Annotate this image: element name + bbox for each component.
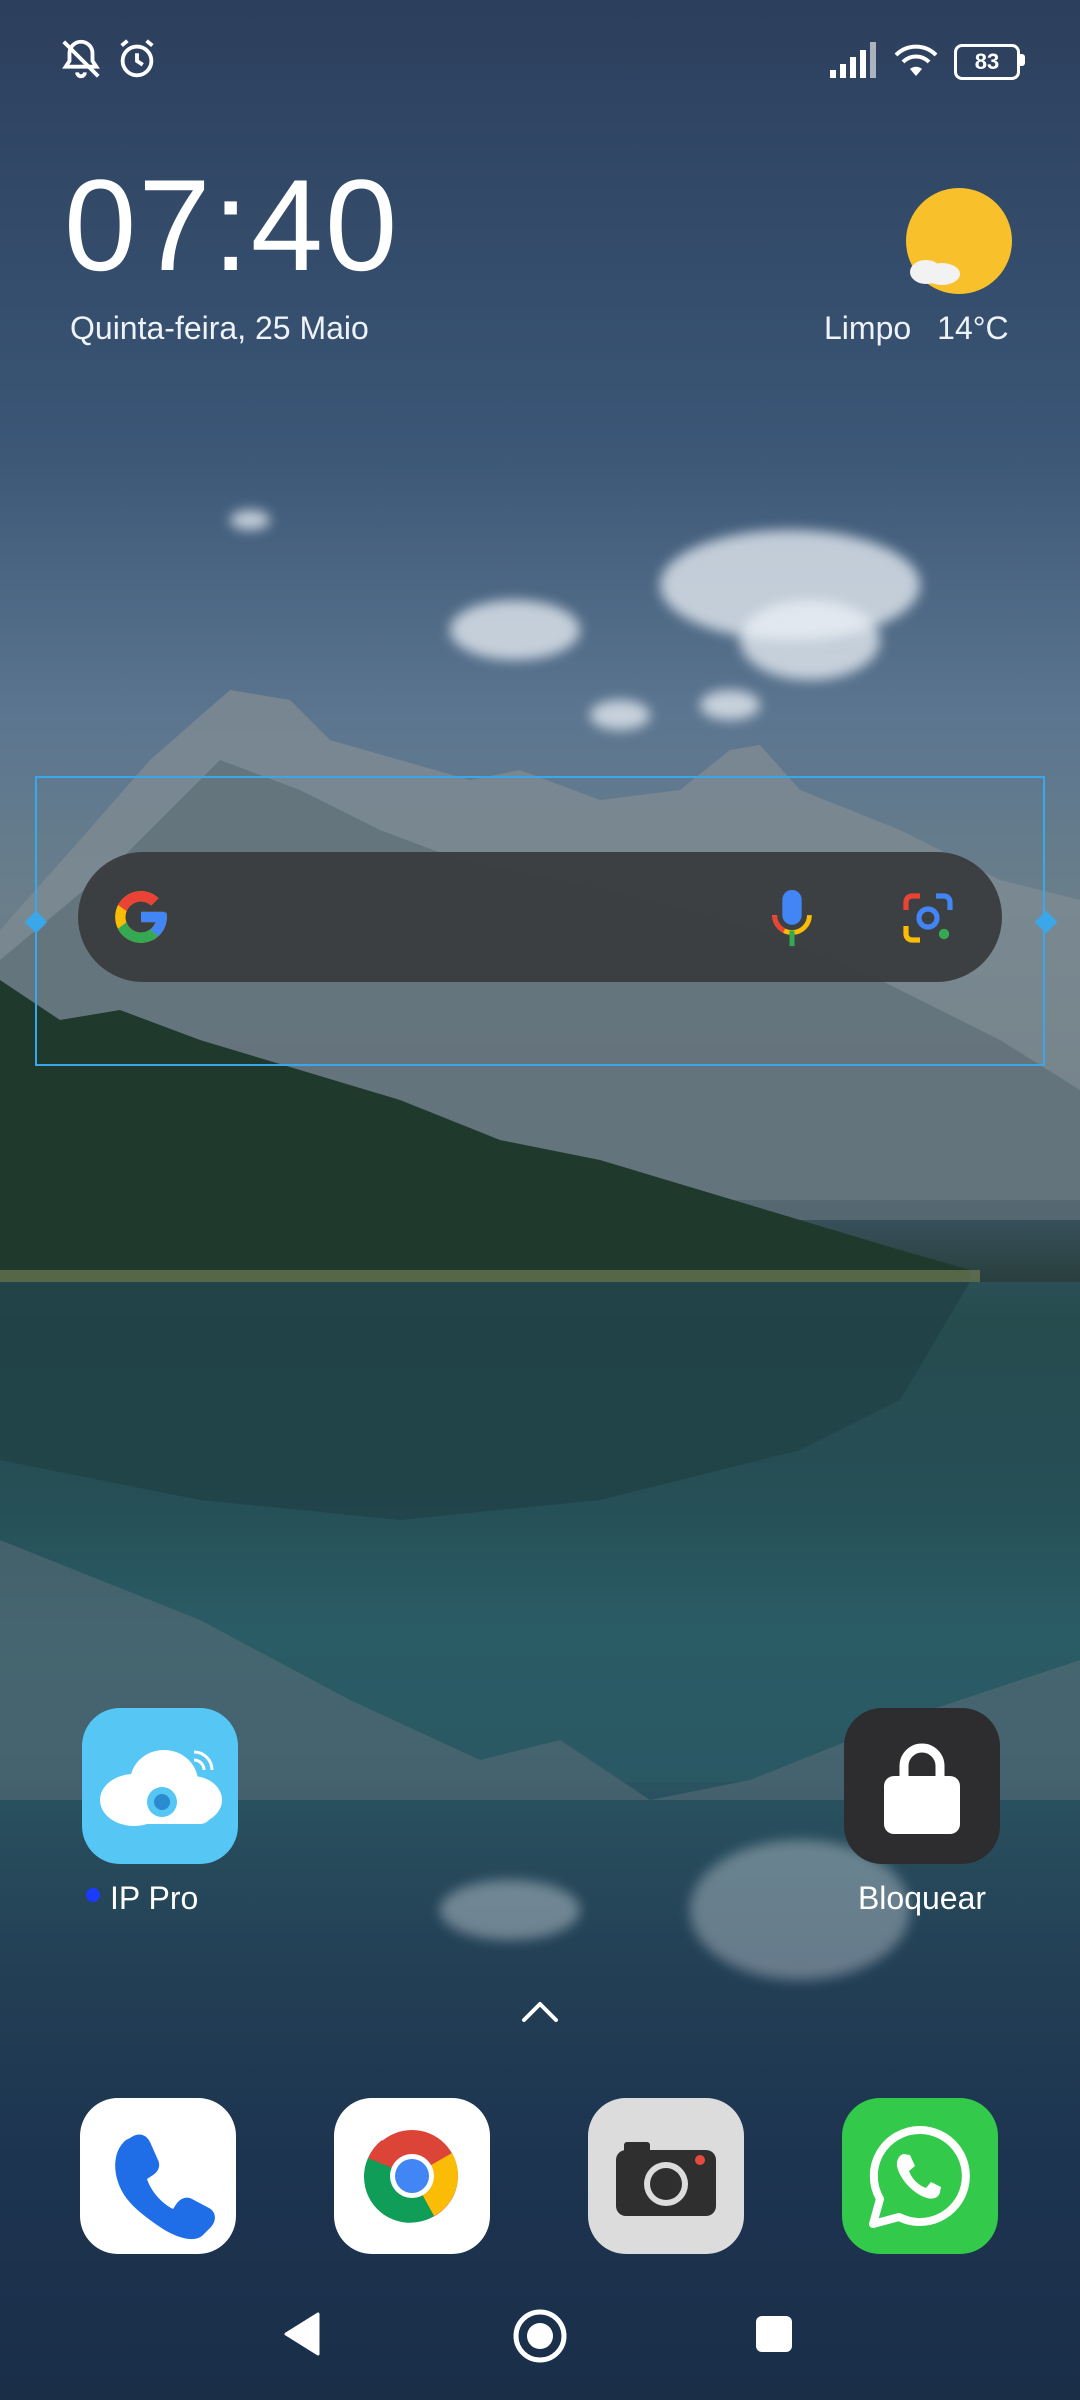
- clock-time[interactable]: 07:40: [64, 150, 399, 300]
- clock-date[interactable]: Quinta-feira, 25 Maio: [70, 310, 369, 347]
- cloud: [450, 600, 580, 660]
- lock-icon: [884, 1743, 960, 1834]
- weather-cloud-icon: [910, 260, 960, 285]
- home-icon[interactable]: [512, 2308, 568, 2364]
- camera-icon: [616, 2142, 716, 2216]
- camera-app[interactable]: [588, 2098, 744, 2254]
- microphone-icon[interactable]: [770, 888, 814, 950]
- whatsapp-app[interactable]: [842, 2098, 998, 2254]
- cloud-camera-icon: [100, 1750, 222, 1826]
- whatsapp-icon: [869, 2125, 970, 2228]
- phone-icon: [115, 2134, 215, 2240]
- home-screen: 83 07:40 Quinta-feira, 25 Maio Limpo 14°C: [0, 0, 1080, 2400]
- lock-app[interactable]: [844, 1708, 1000, 1864]
- cloud: [230, 510, 270, 530]
- alarm-icon: [120, 39, 154, 78]
- cloud: [740, 600, 880, 680]
- phone-app[interactable]: [80, 2098, 236, 2254]
- battery-tip: [1020, 54, 1025, 66]
- battery-icon: 83: [954, 44, 1020, 80]
- wifi-icon: [894, 44, 938, 76]
- chrome-app[interactable]: [334, 2098, 490, 2254]
- weather-condition: Limpo: [824, 310, 912, 346]
- cloud-reflection: [440, 1880, 580, 1940]
- google-lens-icon[interactable]: [900, 890, 956, 946]
- cloud: [700, 690, 760, 720]
- back-icon[interactable]: [282, 2310, 322, 2358]
- weather-info[interactable]: Limpo 14°C: [824, 310, 1009, 347]
- weather-temperature: 14°C: [937, 310, 1009, 346]
- chevron-up-icon[interactable]: [520, 1998, 560, 2024]
- cloud: [590, 700, 650, 730]
- signal-icon: [830, 42, 876, 78]
- google-search-bar[interactable]: [78, 852, 1002, 982]
- recents-icon[interactable]: [754, 2314, 794, 2354]
- google-g-icon: [115, 891, 167, 943]
- notifications-off-icon: [62, 39, 100, 79]
- ip-pro-label: IP Pro: [110, 1880, 199, 1916]
- wallpaper: [0, 690, 1080, 1800]
- chrome-icon: [364, 2130, 458, 2223]
- new-install-dot: [86, 1888, 100, 1902]
- ip-pro-app[interactable]: [82, 1708, 238, 1864]
- lock-label: Bloquear: [857, 1880, 987, 1916]
- status-bar: 83: [0, 0, 1080, 120]
